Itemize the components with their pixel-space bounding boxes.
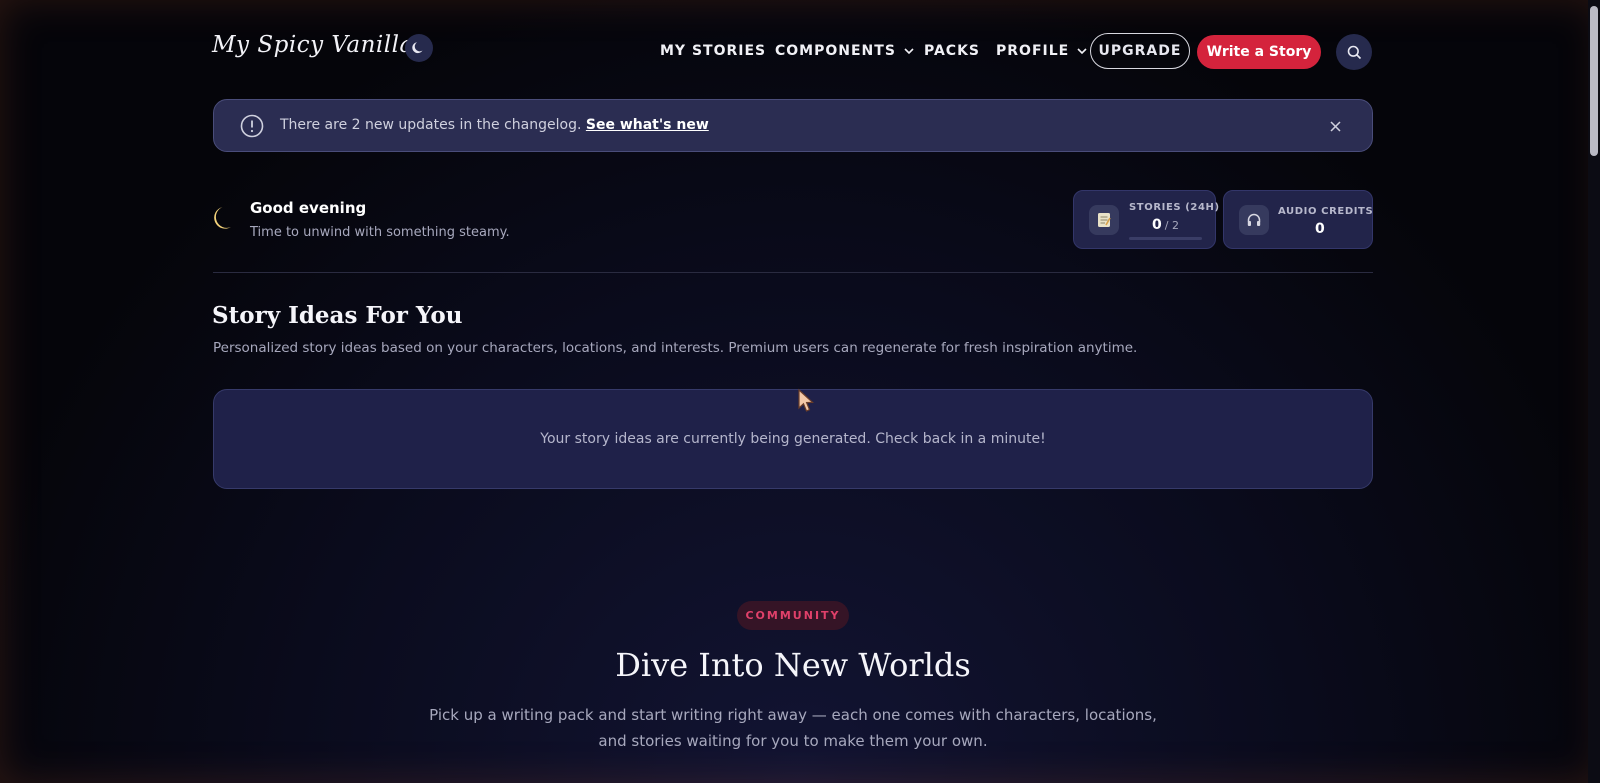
- audio-credits-value: 0: [1315, 221, 1325, 237]
- nav-components-label: COMPONENTS: [775, 43, 896, 59]
- greeting-title: Good evening: [250, 199, 367, 217]
- stories-count: 0: [1152, 217, 1162, 233]
- nav-my-stories[interactable]: MY STORIES: [660, 32, 766, 70]
- moon-icon: [412, 42, 423, 54]
- story-ideas-title: Story Ideas For You: [212, 302, 463, 329]
- nav-components[interactable]: COMPONENTS: [775, 32, 914, 70]
- nav-profile[interactable]: PROFILE: [996, 32, 1087, 70]
- search-button[interactable]: [1336, 34, 1372, 70]
- banner-message: There are 2 new updates in the changelog…: [280, 117, 709, 133]
- search-icon: [1347, 45, 1361, 59]
- notepad-icon: [1089, 205, 1119, 235]
- community-title: Dive Into New Worlds: [615, 646, 971, 684]
- section-divider: [213, 272, 1373, 273]
- community-subtitle-line-2: and stories waiting for you to make them…: [598, 732, 988, 750]
- banner-text: There are 2 new updates in the changelog…: [280, 117, 582, 133]
- audio-credits-label: AUDIO CREDITS: [1278, 206, 1374, 217]
- nav-profile-label: PROFILE: [996, 43, 1070, 59]
- write-story-button[interactable]: Write a Story: [1197, 35, 1321, 69]
- nav-my-stories-label: MY STORIES: [660, 43, 767, 59]
- community-subtitle: Pick up a writing pack and start writing…: [0, 702, 1586, 754]
- nav-packs-label: PACKS: [924, 43, 981, 59]
- stories-stat-value: 0/ 2: [1152, 217, 1179, 233]
- site-logo[interactable]: My Spicy Vanilla: [212, 32, 414, 58]
- close-icon: [1330, 121, 1341, 132]
- scrollbar-thumb[interactable]: [1590, 6, 1598, 156]
- alert-circle-icon: [240, 114, 264, 142]
- stories-stat-label: STORIES (24H): [1129, 202, 1220, 213]
- stories-max: / 2: [1164, 219, 1179, 232]
- banner-close-button[interactable]: [1329, 118, 1342, 137]
- story-ideas-subtitle: Personalized story ideas based on your c…: [213, 340, 1138, 356]
- upgrade-button[interactable]: UPGRADE: [1090, 33, 1190, 69]
- nav-packs[interactable]: PACKS: [924, 32, 980, 70]
- crescent-moon-icon: [212, 204, 240, 236]
- greeting-subtitle: Time to unwind with something steamy.: [250, 225, 510, 240]
- theme-toggle-button[interactable]: [405, 34, 433, 62]
- headphones-icon: [1239, 205, 1269, 235]
- scrollbar-track[interactable]: [1588, 0, 1600, 783]
- community-tag: COMMUNITY: [737, 601, 849, 630]
- audio-credits-stat-card: AUDIO CREDITS 0: [1223, 190, 1373, 249]
- chevron-down-icon: [904, 47, 914, 55]
- story-ideas-placeholder: Your story ideas are currently being gen…: [213, 389, 1373, 489]
- chevron-down-icon: [1077, 47, 1087, 55]
- community-subtitle-line-1: Pick up a writing pack and start writing…: [429, 706, 1157, 724]
- story-ideas-message: Your story ideas are currently being gen…: [540, 431, 1046, 447]
- mouse-cursor-icon: [797, 388, 817, 418]
- stories-stat-card: STORIES (24H) 0/ 2: [1073, 190, 1219, 249]
- stories-progress-bar: [1129, 237, 1202, 240]
- see-whats-new-link[interactable]: See what's new: [586, 117, 709, 133]
- changelog-banner: There are 2 new updates in the changelog…: [213, 99, 1373, 152]
